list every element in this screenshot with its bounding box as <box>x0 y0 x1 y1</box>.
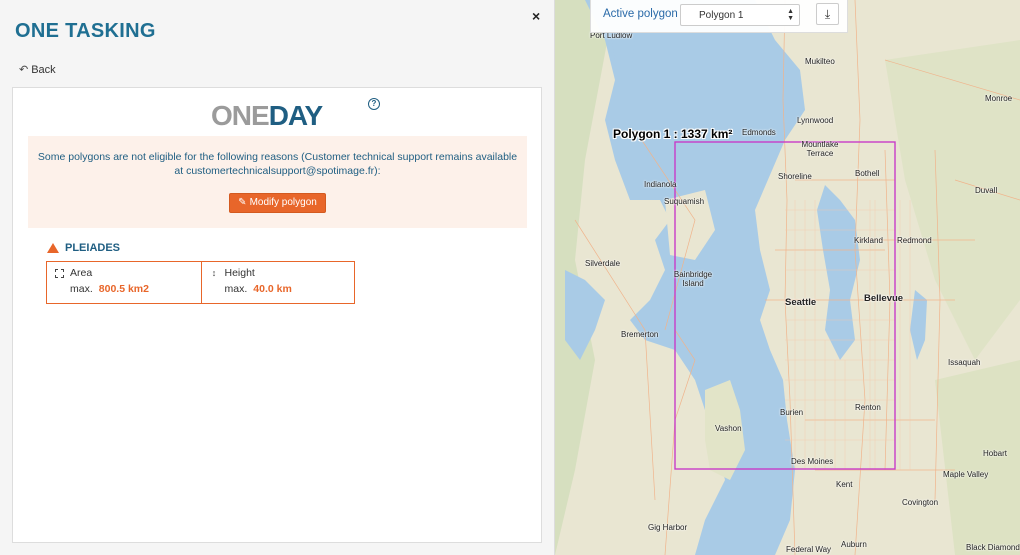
place-label: Renton <box>855 403 881 412</box>
active-polygon-label: Active polygon <box>603 8 678 20</box>
place-label: Bremerton <box>621 330 659 339</box>
sensor-header: PLEIADES <box>47 242 120 254</box>
app-logo: ONE TASKING <box>15 20 156 42</box>
constraint-value: 40.0 km <box>253 283 292 295</box>
download-icon: ⤓ <box>824 7 831 21</box>
constraint-label: Area <box>70 267 93 279</box>
back-link[interactable]: ↶ Back <box>19 63 56 77</box>
place-label: Duvall <box>975 186 998 195</box>
product-logo-one: ONE <box>211 100 270 131</box>
place-label: Bellevue <box>864 293 904 304</box>
place-label: Gig Harbor <box>648 523 688 532</box>
close-button[interactable]: × <box>532 9 540 23</box>
warning-message: Some polygons are not eligible for the f… <box>37 151 518 177</box>
height-icon: ↕ <box>211 267 217 278</box>
back-arrow-icon: ↶ <box>19 64 29 76</box>
constraint-prefix: max. <box>224 283 248 295</box>
place-label: Vashon <box>715 424 742 433</box>
place-label: Edmonds <box>742 128 776 137</box>
polygon-select-value: Polygon 1 <box>699 10 744 21</box>
place-label: Auburn <box>841 540 867 549</box>
place-label: Kent <box>836 480 853 489</box>
place-label: Black Diamond <box>966 543 1020 552</box>
constraint-prefix: max. <box>70 283 93 295</box>
product-logo: ONEDAY <box>211 100 324 132</box>
product-logo-day: DAY <box>268 100 324 131</box>
map-toolbar: Active polygon Polygon 1 ▲ ▼ ⤓ <box>590 0 848 33</box>
place-label: Lynnwood <box>797 116 834 125</box>
sensor-name: PLEIADES <box>65 242 121 254</box>
constraint-value: 800.5 km2 <box>98 283 149 295</box>
constraint-height: ↕ Height max. 40.0 km <box>200 262 355 303</box>
place-label: Burien <box>780 408 804 417</box>
place-label: Federal Way <box>786 545 832 554</box>
place-label: Kirkland <box>854 236 883 245</box>
polygon-area-label: Polygon 1 : 1337 km² <box>613 127 733 141</box>
place-label: Monroe <box>985 94 1013 103</box>
place-label: Bothell <box>855 169 880 178</box>
place-label: Silverdale <box>585 259 621 268</box>
product-card: ONEDAY ? Some polygons are not eligible … <box>12 87 542 543</box>
place-label: Des Moines <box>791 457 834 466</box>
place-label: Bainbridge Island <box>673 270 713 288</box>
place-label: Mukilteo <box>805 57 835 66</box>
eligibility-warning: Some polygons are not eligible for the f… <box>28 136 527 228</box>
area-icon <box>55 268 64 278</box>
modify-polygon-button[interactable]: ✎ Modify polygon <box>229 193 326 213</box>
warning-triangle-icon <box>47 243 59 253</box>
back-label: Back <box>31 63 56 76</box>
tasking-panel: ONE TASKING × ↶ Back ONEDAY ? Some polyg… <box>0 0 555 555</box>
place-label: Mountlake Terrace <box>801 140 839 158</box>
edit-icon: ✎ <box>238 197 247 208</box>
map-view[interactable]: Port Ludlow Mukilteo Lynnwood Edmonds Mo… <box>555 0 1020 555</box>
place-label: Indianola <box>644 180 677 189</box>
place-label: Hobart <box>983 449 1008 458</box>
modify-polygon-label: Modify polygon <box>249 197 317 208</box>
polygon-select[interactable]: Polygon 1 ▲ ▼ <box>680 4 800 26</box>
help-icon[interactable]: ? <box>368 98 380 110</box>
place-label: Shoreline <box>778 172 812 181</box>
place-label: Covington <box>902 498 939 507</box>
constraint-label: Height <box>224 267 255 279</box>
select-arrows-icon: ▲ ▼ <box>787 8 794 22</box>
sensor-constraints: Area max. 800.5 km2 ↕ Height max. 40.0 km <box>46 261 355 304</box>
place-label: Suquamish <box>664 197 705 206</box>
place-label: Seattle <box>785 297 817 308</box>
place-label: Maple Valley <box>943 470 989 479</box>
download-button[interactable]: ⤓ <box>816 3 839 25</box>
place-label: Issaquah <box>948 358 981 367</box>
constraint-area: Area max. 800.5 km2 <box>47 262 201 303</box>
place-label: Redmond <box>897 236 932 245</box>
